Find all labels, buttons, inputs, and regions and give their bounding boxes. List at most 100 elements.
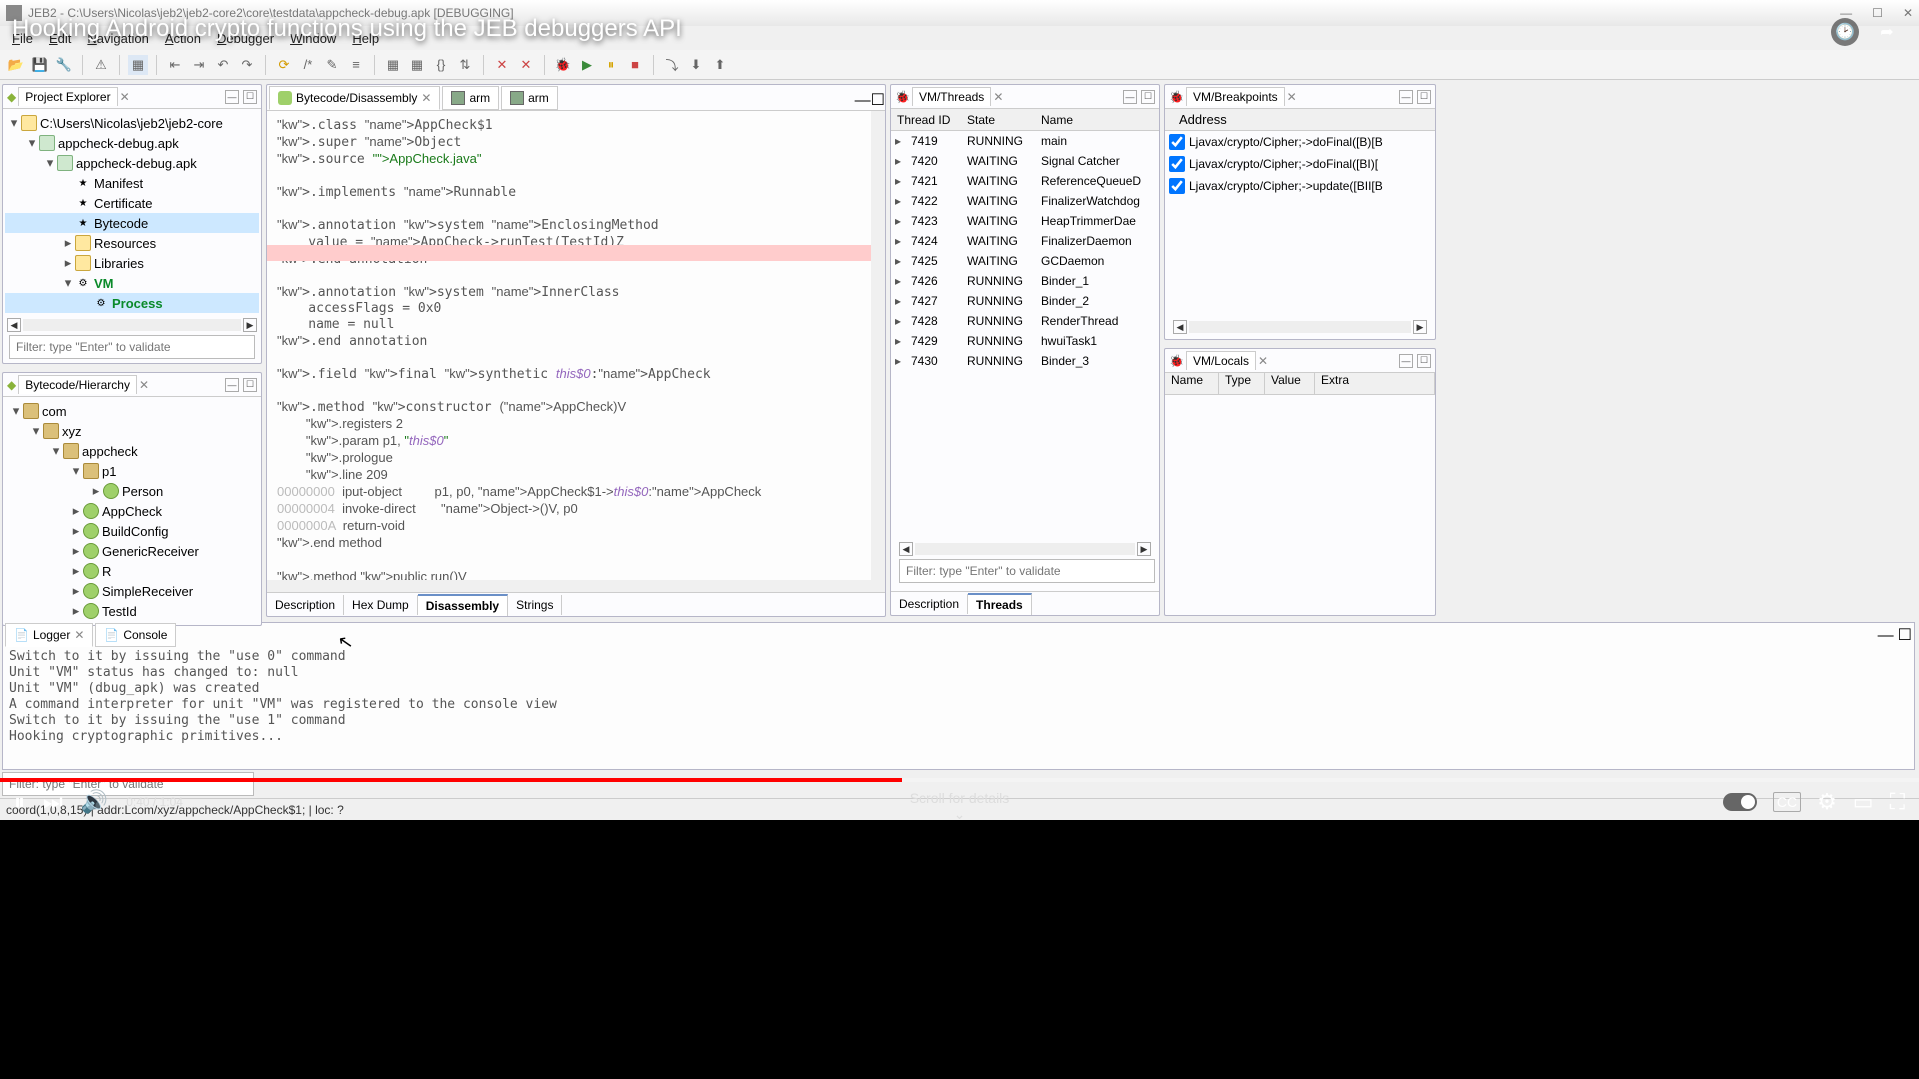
minimize-panel-icon[interactable]: —: [225, 378, 239, 392]
scroll-hint[interactable]: Scroll for details⌄: [910, 790, 1010, 823]
minimize-panel-icon[interactable]: —: [1123, 90, 1137, 104]
comment-icon[interactable]: /*: [298, 55, 318, 75]
tree-item[interactable]: ▸GenericReceiver: [5, 541, 259, 561]
thread-row[interactable]: ▸7422WAITINGFinalizerWatchdog: [891, 191, 1159, 211]
thread-row[interactable]: ▸7421WAITINGReferenceQueueD: [891, 171, 1159, 191]
maximize-panel-icon[interactable]: ☐: [1141, 90, 1155, 104]
editor-tab[interactable]: arm: [501, 86, 558, 110]
minimize-panel-icon[interactable]: —: [225, 90, 239, 104]
maximize-panel-icon[interactable]: ☐: [1417, 90, 1431, 104]
close-icon[interactable]: ✕: [421, 91, 431, 105]
next-button[interactable]: ⏭: [43, 789, 63, 815]
pause-button[interactable]: ⏸: [14, 789, 25, 815]
bottom-tab[interactable]: Disassembly: [418, 594, 508, 616]
close-icon[interactable]: ✕: [139, 378, 149, 392]
logger-tab[interactable]: 📄 Logger ✕: [5, 623, 93, 647]
tree-item[interactable]: ▾appcheck: [5, 441, 259, 461]
volume-icon[interactable]: 🔊: [81, 789, 108, 815]
tree-item[interactable]: ▾p1: [5, 461, 259, 481]
close-icon[interactable]: ✕: [74, 628, 84, 642]
brackets-icon[interactable]: {}: [431, 55, 451, 75]
pause-icon[interactable]: ⏸: [601, 55, 621, 75]
refresh-icon[interactable]: ⟳: [274, 55, 294, 75]
minimize-panel-icon[interactable]: —: [1878, 627, 1894, 645]
list-icon[interactable]: ≡: [346, 55, 366, 75]
column-name[interactable]: Name: [1165, 373, 1219, 394]
tree-item[interactable]: ▸SimpleReceiver: [5, 581, 259, 601]
minimize-panel-icon[interactable]: —: [855, 92, 871, 110]
thread-row[interactable]: ▸7427RUNNINGBinder_2: [891, 291, 1159, 311]
close-icon[interactable]: ✕: [120, 90, 130, 104]
horizontal-scroll[interactable]: ◀▶: [895, 541, 1155, 557]
maximize-panel-icon[interactable]: ☐: [1898, 625, 1912, 645]
thread-row[interactable]: ▸7430RUNNINGBinder_3: [891, 351, 1159, 371]
bottom-tab[interactable]: Threads: [968, 593, 1032, 615]
thread-row[interactable]: ▸7420WAITINGSignal Catcher: [891, 151, 1159, 171]
reorder-icon[interactable]: ⇅: [455, 55, 475, 75]
column-type[interactable]: Type: [1219, 373, 1265, 394]
filter-input[interactable]: [9, 335, 255, 359]
horizontal-scroll[interactable]: ◀▶: [3, 317, 261, 333]
tree-item[interactable]: ▾C:\Users\Nicolas\jeb2\jeb2-core: [5, 113, 259, 133]
run-icon[interactable]: ▶: [577, 55, 597, 75]
delete-icon[interactable]: ✕: [492, 55, 512, 75]
wrench-icon[interactable]: 🔧: [54, 55, 74, 75]
close-icon[interactable]: ✕: [1287, 90, 1297, 104]
bug-icon[interactable]: 🐞: [553, 55, 573, 75]
maximize-panel-icon[interactable]: ☐: [243, 90, 257, 104]
tree-item[interactable]: ▸AppCheck: [5, 501, 259, 521]
tree-item[interactable]: ★Manifest: [5, 173, 259, 193]
column-name[interactable]: Name: [1035, 113, 1159, 127]
tree-item[interactable]: ★Certificate: [5, 193, 259, 213]
thread-row[interactable]: ▸7423WAITINGHeapTrimmerDae: [891, 211, 1159, 231]
hierarchy-tab[interactable]: Bytecode/Hierarchy: [18, 375, 137, 394]
bottom-tab[interactable]: Strings: [508, 595, 562, 615]
grid2-icon[interactable]: ▦: [407, 55, 427, 75]
horizontal-scrollbar[interactable]: [267, 580, 871, 592]
redo-icon[interactable]: ↷: [237, 55, 257, 75]
tree-item[interactable]: ▸TestId: [5, 601, 259, 621]
autoplay-toggle[interactable]: [1723, 793, 1757, 811]
tree-item[interactable]: ▸BuildConfig: [5, 521, 259, 541]
breakpoint-row[interactable]: Ljavax/crypto/Cipher;->doFinal([BI)[: [1165, 153, 1435, 175]
breakpoint-checkbox[interactable]: [1169, 156, 1185, 172]
maximize-panel-icon[interactable]: ☐: [871, 90, 885, 110]
warning-icon[interactable]: ⚠: [91, 55, 111, 75]
thread-row[interactable]: ▸7426RUNNINGBinder_1: [891, 271, 1159, 291]
captions-button[interactable]: CC: [1773, 792, 1801, 812]
settings-icon[interactable]: ⚙: [1817, 789, 1837, 815]
nav-out-icon[interactable]: ⇤: [165, 55, 185, 75]
maximize-panel-icon[interactable]: ☐: [243, 378, 257, 392]
editor-tab[interactable]: arm: [442, 86, 499, 110]
tree-item[interactable]: ▸R: [5, 561, 259, 581]
project-explorer-tab[interactable]: Project Explorer: [18, 87, 117, 106]
tree-item[interactable]: ▸Resources: [5, 233, 259, 253]
grid1-icon[interactable]: ▦: [383, 55, 403, 75]
delete2-icon[interactable]: ✕: [516, 55, 536, 75]
threads-tab[interactable]: VM/Threads: [912, 87, 991, 106]
share-icon[interactable]: ➦: [1873, 18, 1901, 46]
thread-row[interactable]: ▸7425WAITINGGCDaemon: [891, 251, 1159, 271]
minimize-panel-icon[interactable]: —: [1399, 354, 1413, 368]
bottom-tab[interactable]: Description: [267, 595, 344, 615]
tree-item[interactable]: ▾xyz: [5, 421, 259, 441]
tree-item[interactable]: ▾⚙VM: [5, 273, 259, 293]
breakpoint-row[interactable]: Ljavax/crypto/Cipher;->update([BII[B: [1165, 175, 1435, 197]
horizontal-scroll[interactable]: ◀▶: [1169, 319, 1431, 335]
breakpoint-checkbox[interactable]: [1169, 178, 1185, 194]
filter-input[interactable]: [899, 559, 1155, 583]
tree-item[interactable]: ▾appcheck-debug.apk: [5, 133, 259, 153]
close-icon[interactable]: ✕: [993, 90, 1003, 104]
tree-item[interactable]: ⚙Process: [5, 293, 259, 313]
thread-row[interactable]: ▸7428RUNNINGRenderThread: [891, 311, 1159, 331]
column-value[interactable]: Value: [1265, 373, 1315, 394]
close-window-button[interactable]: ✕: [1903, 6, 1913, 20]
save-icon[interactable]: 💾: [30, 55, 50, 75]
breakpoint-row[interactable]: Ljavax/crypto/Cipher;->doFinal([B)[B: [1165, 131, 1435, 153]
step-over-icon[interactable]: ⤵: [662, 55, 682, 75]
breakpoints-tab[interactable]: VM/Breakpoints: [1186, 87, 1285, 106]
thread-row[interactable]: ▸7419RUNNINGmain: [891, 131, 1159, 151]
column-extra[interactable]: Extra: [1315, 373, 1435, 394]
miniplayer-icon[interactable]: ▭: [1853, 789, 1874, 815]
vertical-scrollbar[interactable]: [871, 111, 885, 592]
